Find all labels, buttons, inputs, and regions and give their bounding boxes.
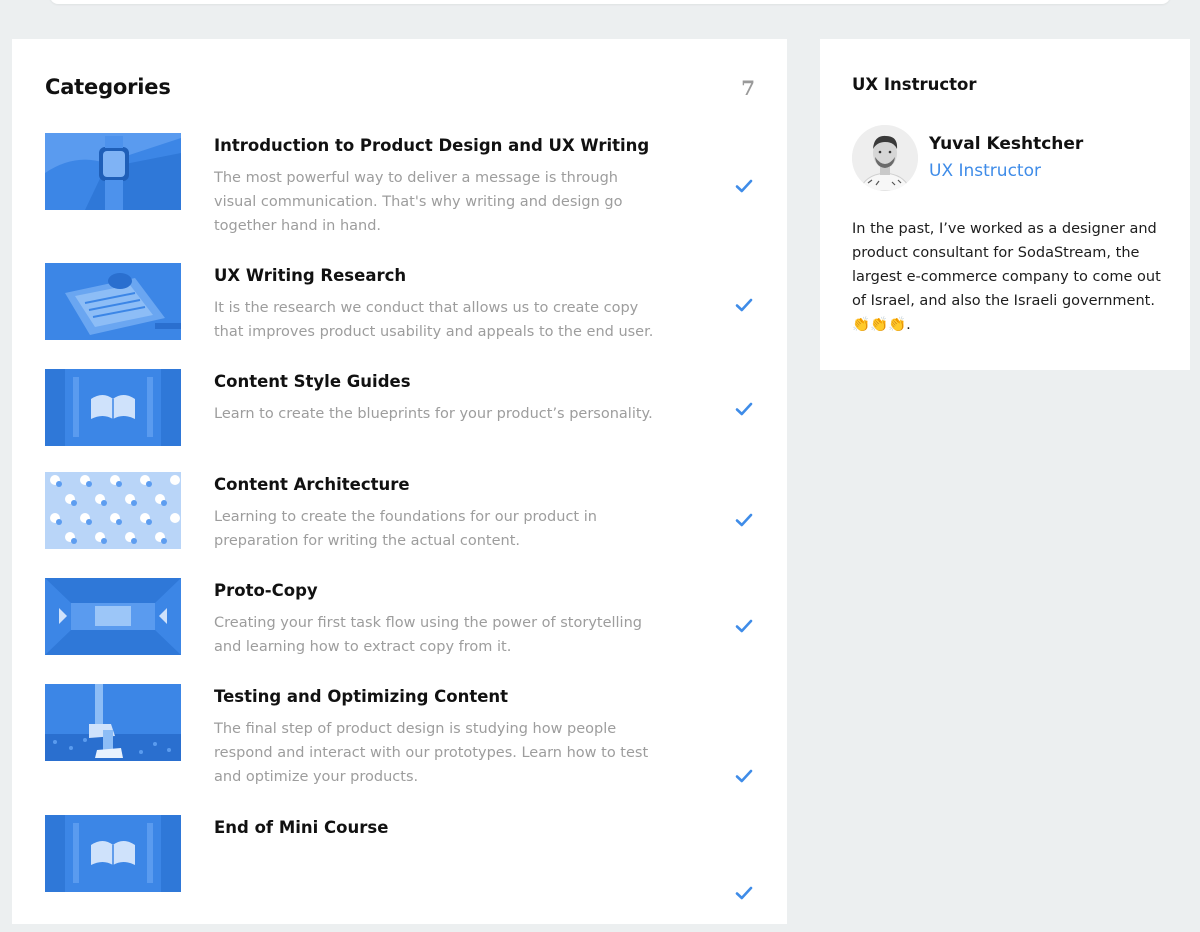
category-description: The final step of product design is stud… [214, 721, 649, 785]
category-title[interactable]: Content Style Guides [214, 372, 411, 391]
category-title[interactable]: Introduction to Product Design and UX Wr… [214, 136, 649, 155]
instructor-heading: UX Instructor [852, 75, 977, 94]
category-thumbnail[interactable] [45, 578, 181, 655]
category-description: It is the research we conduct that allow… [214, 300, 654, 340]
categories-card: Categories 7 Introduction to Product Des… [12, 39, 787, 924]
categories-title: Categories [45, 75, 171, 99]
category-thumbnail[interactable] [45, 684, 181, 761]
instructor-card: UX Instructor Yuval Keshtcher UX Instruc… [820, 39, 1190, 370]
category-description: The most powerful way to deliver a messa… [214, 170, 623, 234]
category-thumbnail[interactable] [45, 369, 181, 446]
instructor-name[interactable]: Yuval Keshtcher [929, 134, 1083, 154]
completed-check-icon [735, 513, 753, 527]
instructor-role-link[interactable]: UX Instructor [929, 161, 1041, 181]
category-title[interactable]: Content Architecture [214, 475, 410, 494]
instructor-bio: In the past, I’ve worked as a designer a… [852, 221, 1161, 333]
category-description: Learning to create the foundations for o… [214, 509, 597, 549]
category-description: Creating your first task flow using the … [214, 615, 642, 655]
category-description: Learn to create the blueprints for your … [214, 406, 653, 422]
top-search-bar-edge [50, 0, 1170, 4]
category-thumbnail[interactable] [45, 263, 181, 340]
completed-check-icon [735, 298, 753, 312]
completed-check-icon [735, 769, 753, 783]
category-title[interactable]: End of Mini Course [214, 818, 388, 837]
completed-check-icon [735, 886, 753, 900]
completed-check-icon [735, 402, 753, 416]
category-thumbnail[interactable] [45, 472, 181, 549]
category-thumbnail[interactable] [45, 815, 181, 892]
category-thumbnail[interactable] [45, 133, 181, 210]
completed-check-icon [735, 179, 753, 193]
categories-count: 7 [741, 76, 755, 100]
instructor-avatar[interactable] [852, 125, 918, 191]
category-title[interactable]: Testing and Optimizing Content [214, 687, 508, 706]
category-title[interactable]: UX Writing Research [214, 266, 406, 285]
category-title[interactable]: Proto-Copy [214, 581, 318, 600]
completed-check-icon [735, 619, 753, 633]
